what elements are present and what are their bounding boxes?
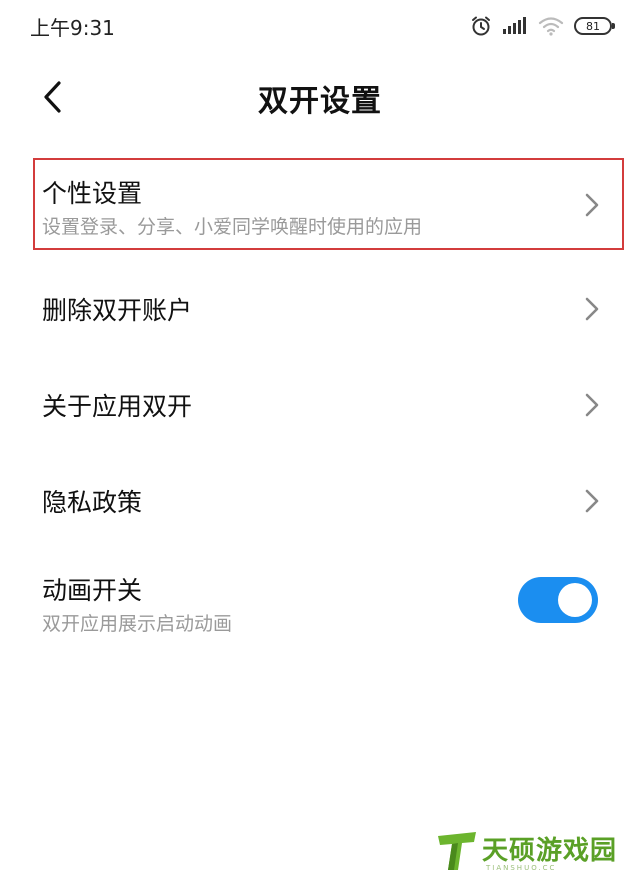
watermark-subtext: TIANSHUO.CC [486, 864, 557, 872]
setting-title-animation: 动画开关 [42, 576, 143, 605]
setting-title-delete-account: 删除双开账户 [42, 296, 193, 325]
setting-title-personal: 个性设置 [42, 179, 143, 208]
wifi-icon [538, 17, 564, 36]
toggle-knob [558, 583, 592, 617]
signal-icon [503, 17, 526, 34]
setting-item-delete-account[interactable]: 删除双开账户 [0, 263, 640, 359]
title-bar: 双开设置 [0, 62, 640, 132]
setting-item-about[interactable]: 关于应用双开 [0, 359, 640, 455]
chevron-right-icon [585, 393, 599, 417]
setting-title-privacy: 隐私政策 [42, 488, 143, 517]
chevron-right-icon [585, 193, 599, 217]
chevron-right-icon [585, 297, 599, 321]
setting-subtitle-animation: 双开应用展示启动动画 [42, 613, 233, 635]
watermark: 天硕游戏园 TIANSHUO.CC [434, 824, 618, 880]
chevron-right-icon [585, 489, 599, 513]
battery-level: 81 [586, 19, 600, 33]
battery-icon: 81 [574, 17, 615, 35]
status-icons: 81 [470, 12, 615, 40]
watermark-text: 天硕游戏园 [482, 836, 618, 866]
page-title: 双开设置 [258, 84, 382, 119]
setting-item-personal[interactable]: 个性设置 设置登录、分享、小爱同学唤醒时使用的应用 [0, 158, 640, 254]
setting-subtitle-personal: 设置登录、分享、小爱同学唤醒时使用的应用 [42, 216, 423, 238]
animation-toggle[interactable] [518, 577, 598, 623]
setting-item-animation: 动画开关 双开应用展示启动动画 [0, 549, 640, 649]
watermark-logo-icon [438, 832, 476, 870]
settings-list: 个性设置 设置登录、分享、小爱同学唤醒时使用的应用 删除双开账户 关于应用双开 … [0, 158, 640, 649]
setting-item-privacy[interactable]: 隐私政策 [0, 455, 640, 549]
setting-title-about: 关于应用双开 [42, 392, 193, 421]
status-time: 上午9:31 [30, 16, 115, 40]
alarm-icon [472, 16, 490, 36]
status-bar: 上午9:31 81 [0, 0, 640, 52]
